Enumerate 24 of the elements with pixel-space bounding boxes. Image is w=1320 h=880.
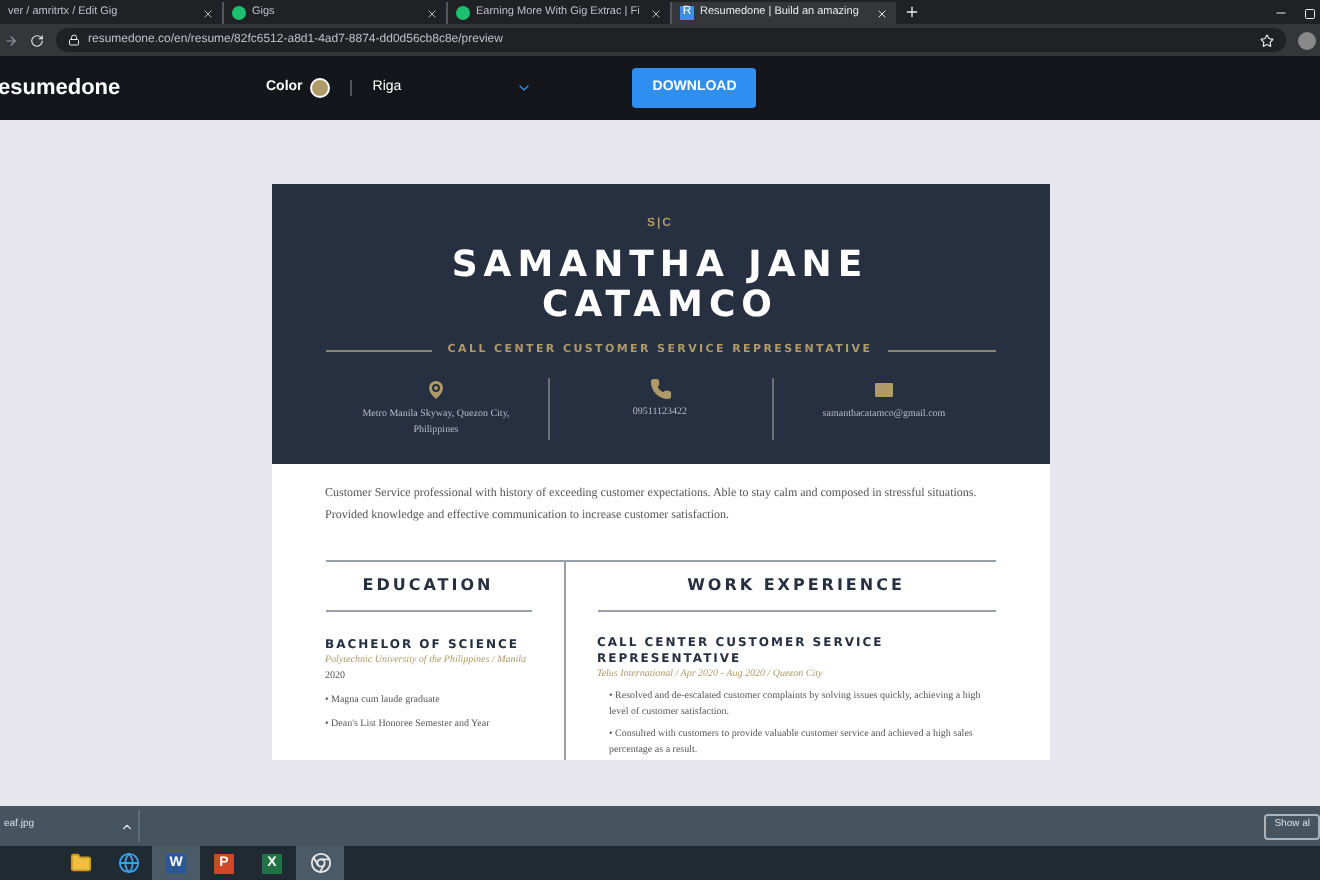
profile-avatar-icon[interactable] — [1298, 31, 1316, 49]
tab-favicon-icon — [456, 6, 470, 20]
folder-icon[interactable] — [69, 852, 91, 874]
chrome-icon[interactable] — [309, 852, 331, 874]
minimize-icon[interactable] — [1274, 6, 1288, 20]
reload-icon[interactable] — [30, 33, 44, 47]
lock-icon — [68, 34, 80, 46]
chevron-down-icon — [516, 80, 533, 96]
browser-icon[interactable] — [117, 852, 139, 874]
maximize-icon[interactable] — [1304, 8, 1316, 20]
tab-favicon-icon — [232, 6, 246, 20]
location-pin-icon — [424, 378, 448, 403]
section-heading: EDUCATION — [325, 562, 531, 613]
forward-arrow-icon[interactable] — [4, 33, 18, 47]
close-icon[interactable] — [426, 7, 438, 19]
new-tab-icon[interactable] — [904, 4, 920, 20]
close-icon[interactable] — [650, 7, 662, 19]
phone-icon — [649, 378, 671, 401]
candidate-name: SAMANTHA JANE CATAMCO — [449, 246, 871, 326]
color-swatch[interactable] — [310, 78, 331, 98]
bookmark-star-icon[interactable] — [1260, 33, 1274, 47]
chevron-up-icon[interactable] — [120, 819, 134, 833]
close-icon[interactable] — [202, 7, 214, 19]
section-heading: WORK EXPERIENCE — [597, 562, 995, 613]
